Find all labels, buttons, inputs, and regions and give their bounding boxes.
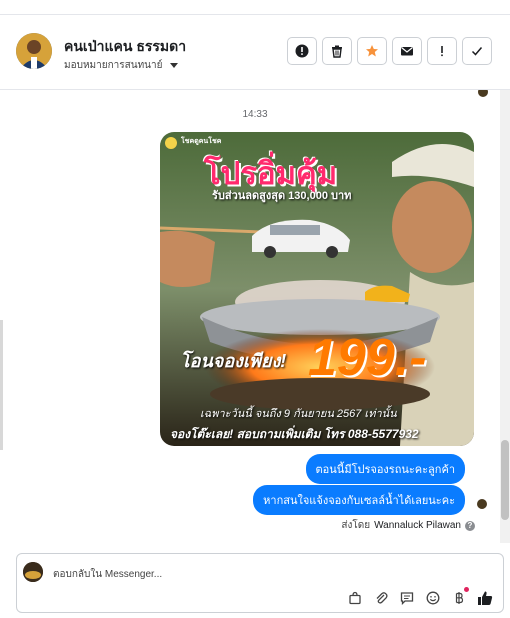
alert-button[interactable]	[287, 37, 317, 65]
reply-composer[interactable]: ตอบกลับใน Messenger...	[16, 553, 504, 613]
avatar[interactable]	[16, 33, 52, 69]
promo-subheadline: รับส่วนลดสูงสุด 130,000 บาท	[212, 190, 352, 202]
top-divider	[0, 0, 510, 15]
assign-label: มอบหมายการสนทนาย์	[64, 60, 163, 71]
check-icon	[471, 47, 483, 56]
delete-button[interactable]	[322, 37, 352, 65]
composer-tools	[347, 587, 493, 606]
seen-avatar	[478, 90, 488, 97]
promo-date-text: เฉพาะวันนี้ จนถึง 9 กันยายน 2567 เท่านั้…	[200, 408, 397, 420]
saved-reply-icon[interactable]	[399, 590, 415, 606]
sent-by-prefix: ส่งโดย	[341, 520, 371, 531]
mail-icon	[401, 47, 413, 56]
message-thread[interactable]: 14:33 โชคดูคนโชค โปรอิ่มคุ้ม รับส่วนลดสู…	[0, 90, 500, 543]
contact-name[interactable]: คนเป่าแคน ธรรมดา	[64, 36, 186, 58]
done-button[interactable]	[462, 37, 492, 65]
page-avatar	[23, 562, 43, 582]
thumbs-up-icon[interactable]	[477, 590, 493, 606]
message-bubble[interactable]: ตอนนี้มีโปรจองรถนะคะลูกค้า	[305, 454, 465, 484]
mail-button[interactable]	[392, 37, 422, 65]
emoji-icon[interactable]	[425, 590, 441, 606]
help-icon[interactable]: ?	[465, 520, 475, 531]
timestamp: 14:33	[242, 109, 268, 120]
assign-dropdown[interactable]: มอบหมายการสนทนาย์	[64, 58, 178, 73]
baht-icon[interactable]	[451, 587, 469, 606]
scrollbar-thumb[interactable]	[501, 440, 509, 520]
promo-brand: โชคดูคนโชค	[181, 138, 222, 145]
promo-transfer-text: โอนจองเพียง!	[180, 351, 287, 371]
important-button[interactable]	[427, 37, 457, 65]
paperclip-icon[interactable]	[373, 590, 389, 606]
trash-icon	[332, 45, 342, 58]
star-icon	[366, 45, 378, 57]
message-bubble[interactable]: หากสนใจแจ้งจองกับเซลล์น้ำได้เลยนะคะ	[253, 485, 465, 515]
exclamation-icon	[441, 46, 443, 57]
promo-image[interactable]: โชคดูคนโชค โปรอิ่มคุ้ม รับส่วนลดสูงสุด 1…	[160, 132, 474, 446]
sent-by-name[interactable]: Wannaluck Pilawan	[374, 520, 461, 531]
promo-contact-text: จองโต๊ะเลย! สอบถามเพิ่มเติม โทร 088-5577…	[170, 427, 419, 441]
left-edge-scroll	[0, 320, 3, 450]
sent-by: ส่งโดย Wannaluck Pilawan ?	[341, 518, 475, 533]
conversation-header: คนเป่าแคน ธรรมดา มอบหมายการสนทนาย์	[0, 15, 510, 90]
alert-circle-icon	[295, 44, 309, 58]
reply-input[interactable]: ตอบกลับใน Messenger...	[53, 567, 162, 582]
bag-icon[interactable]	[347, 590, 363, 606]
promo-price: 199.-	[308, 329, 427, 387]
seen-avatar	[477, 499, 487, 509]
chevron-down-icon	[169, 63, 178, 68]
star-button[interactable]	[357, 37, 387, 65]
notification-dot	[464, 587, 469, 592]
header-actions	[287, 37, 492, 65]
